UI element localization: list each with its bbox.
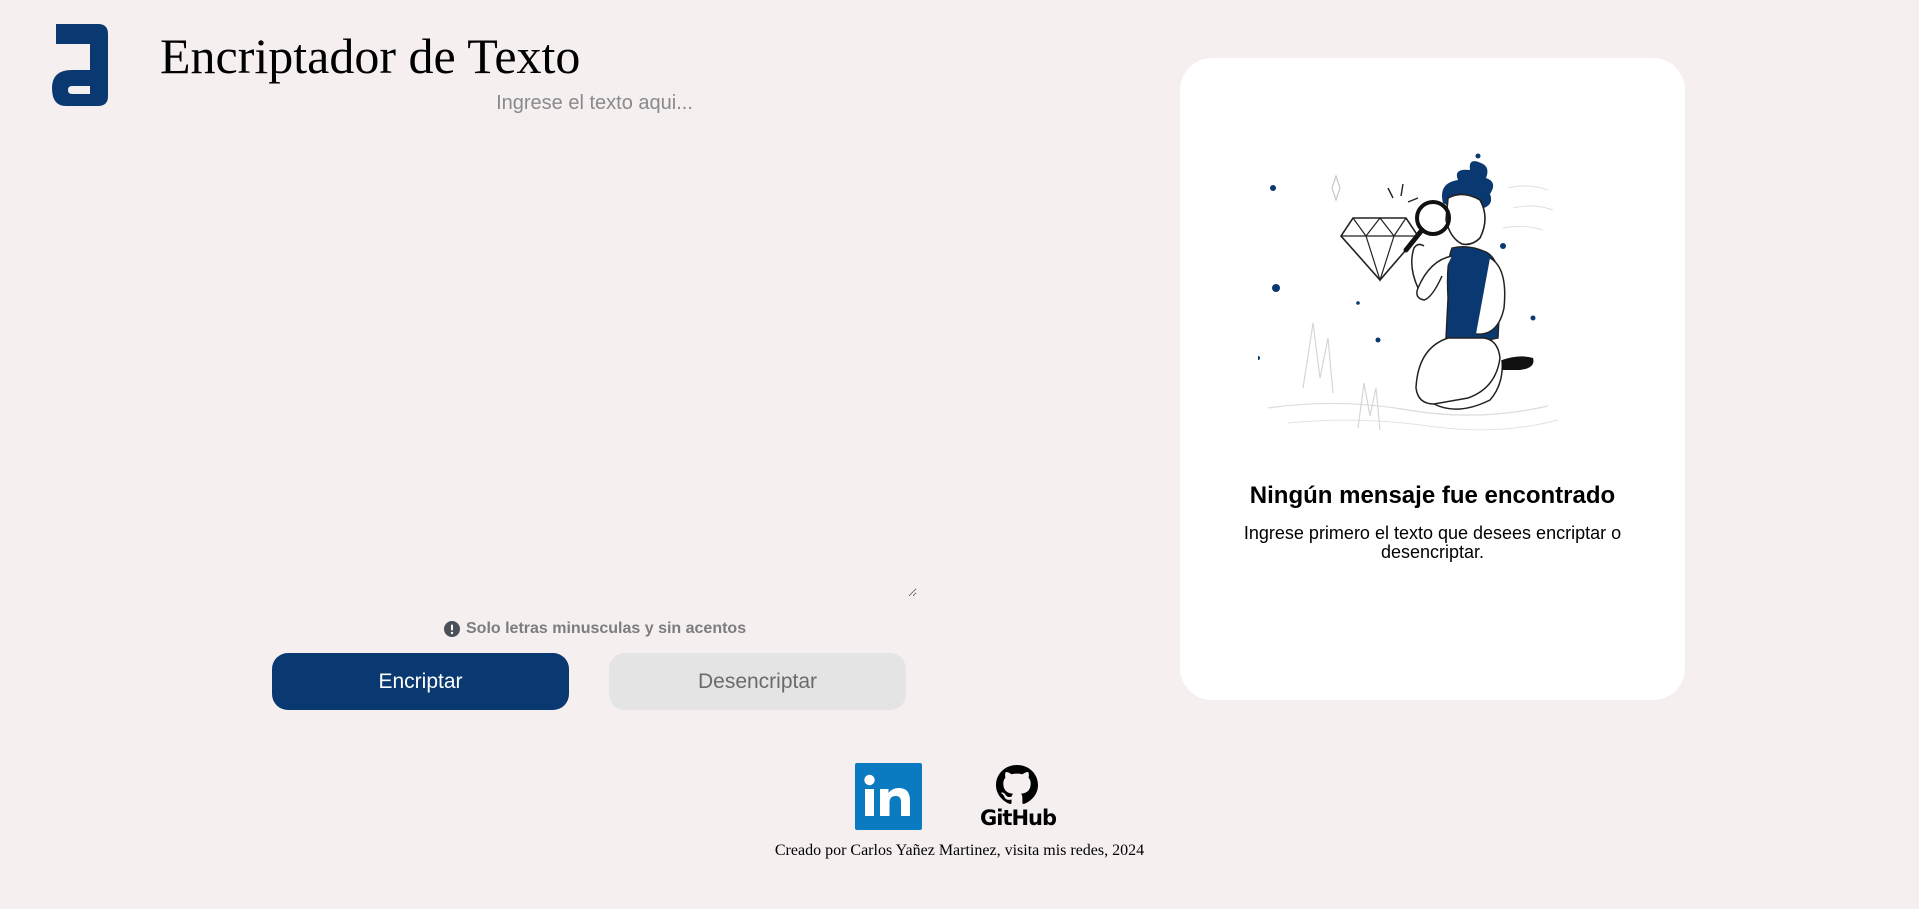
alura-a-logo-icon	[52, 24, 108, 106]
linkedin-link[interactable]	[855, 763, 922, 830]
github-link[interactable]: GitHub	[980, 763, 1057, 833]
decrypt-button[interactable]: Desencriptar	[609, 653, 906, 710]
linkedin-icon	[864, 774, 910, 816]
github-wordmark: GitHub	[980, 806, 1057, 830]
result-title: Ningún mensaje fue encontrado	[1249, 482, 1616, 509]
result-text: Ingrese primero el texto que desees encr…	[1243, 523, 1622, 562]
person-searching-diamond-illustration	[1258, 153, 1559, 431]
result-panel: Ningún mensaje fue encontrado Ingrese pr…	[1180, 58, 1685, 700]
encrypt-button[interactable]: Encriptar	[272, 653, 569, 710]
app-title: Encriptador de Texto	[160, 28, 581, 84]
exclamation-circle-icon	[444, 621, 460, 637]
input-hint: Solo letras minusculas y sin acentos	[444, 620, 746, 638]
hint-text: Solo letras minusculas y sin acentos	[466, 620, 747, 637]
text-input[interactable]	[272, 92, 917, 597]
footer-credit: Creado por Carlos Yañez Martinez, visita…	[774, 842, 1145, 859]
